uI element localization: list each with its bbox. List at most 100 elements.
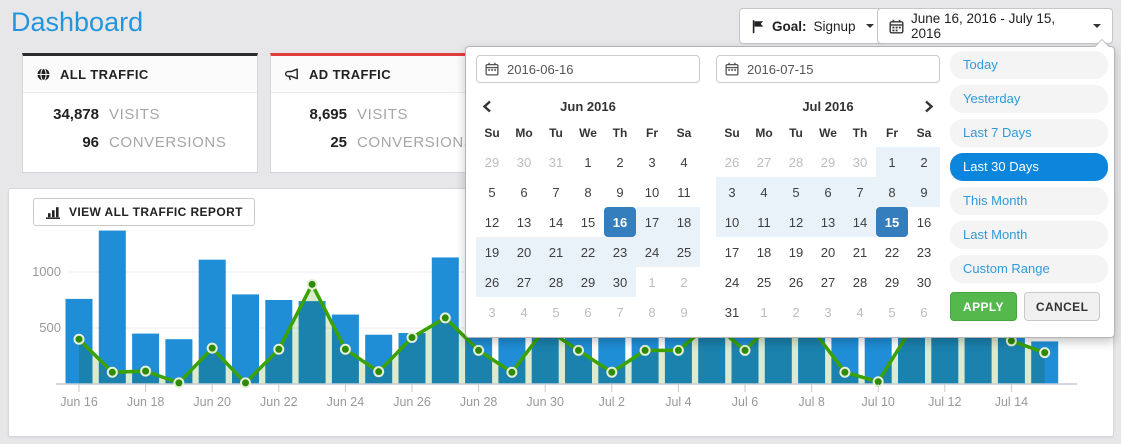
june-day-cell[interactable]: 6 [508,177,540,207]
range-option-last-7-days[interactable]: Last 7 Days [950,119,1108,147]
july-day-cell[interactable]: 13 [812,207,844,237]
caret-down-icon [1093,24,1101,28]
dot-jul-2[interactable] [607,368,616,377]
dot-jun-22[interactable] [274,345,283,354]
range-option-today[interactable]: Today [950,51,1108,79]
june-day-cell[interactable]: 15 [572,207,604,237]
july-day-cell[interactable]: 3 [716,177,748,207]
dot-jun-25[interactable] [374,367,383,376]
july-day-cell[interactable]: 15 [876,207,908,237]
dot-jun-16[interactable] [75,335,84,344]
dot-jun-23[interactable] [308,280,317,289]
july-day-cell[interactable]: 10 [716,207,748,237]
july-day-cell[interactable]: 18 [748,237,780,267]
june-day-cell[interactable]: 3 [636,147,668,177]
dot-jul-15[interactable] [1040,348,1049,357]
june-day-cell[interactable]: 8 [572,177,604,207]
dot-jul-1[interactable] [574,346,583,355]
june-day-cell[interactable]: 1 [572,147,604,177]
july-day-cell[interactable]: 22 [876,237,908,267]
july-day-cell[interactable]: 16 [908,207,940,237]
june-day-cell[interactable]: 16 [604,207,636,237]
july-day-cell[interactable]: 27 [812,267,844,297]
july-day-cell[interactable]: 2 [908,147,940,177]
dot-jul-4[interactable] [674,346,683,355]
dot-jul-6[interactable] [741,346,750,355]
june-day-cell[interactable]: 11 [668,177,700,207]
prev-month-button[interactable] [478,97,496,115]
july-day-cell[interactable]: 30 [908,267,940,297]
july-day-cell[interactable]: 24 [716,267,748,297]
date-range-button[interactable]: June 16, 2016 - July 15, 2016 [877,8,1113,44]
june-day-cell[interactable]: 29 [572,267,604,297]
dot-jun-29[interactable] [507,368,516,377]
july-day-cell[interactable]: 14 [844,207,876,237]
june-day-cell[interactable]: 22 [572,237,604,267]
june-day-cell[interactable]: 9 [604,177,636,207]
july-day-cell[interactable]: 7 [844,177,876,207]
july-day-cell[interactable]: 5 [780,177,812,207]
next-month-button[interactable] [920,97,938,115]
goal-dropdown-button[interactable]: Goal: Signup [739,8,886,44]
june-day-cell[interactable]: 14 [540,207,572,237]
all-traffic-card: ALL TRAFFIC 34,878 VISITS 96 CONVERSIONS [22,53,258,173]
june-day-cell[interactable]: 30 [604,267,636,297]
june-day-cell[interactable]: 10 [636,177,668,207]
june-day-cell[interactable]: 28 [540,267,572,297]
july-day-cell[interactable]: 9 [908,177,940,207]
july-day-cell[interactable]: 29 [876,267,908,297]
july-day-cell[interactable]: 12 [780,207,812,237]
july-day-cell[interactable]: 4 [748,177,780,207]
june-day-cell[interactable]: 7 [540,177,572,207]
july-day-cell[interactable]: 6 [812,177,844,207]
dot-jun-28[interactable] [474,346,483,355]
june-day-cell[interactable]: 21 [540,237,572,267]
start-date-input[interactable]: 2016-06-16 [476,55,700,83]
apply-button[interactable]: APPLY [950,292,1017,321]
june-day-cell[interactable]: 24 [636,237,668,267]
june-day-cell[interactable]: 12 [476,207,508,237]
july-day-cell[interactable]: 20 [812,237,844,267]
july-day-cell[interactable]: 25 [748,267,780,297]
dot-jun-17[interactable] [108,368,117,377]
cancel-button[interactable]: CANCEL [1024,292,1100,321]
dot-jul-3[interactable] [641,346,650,355]
june-day-cell[interactable]: 18 [668,207,700,237]
dot-jul-9[interactable] [840,368,849,377]
dot-jun-18[interactable] [141,367,150,376]
dot-jun-20[interactable] [208,344,217,353]
june-day-cell[interactable]: 19 [476,237,508,267]
range-option-this-month[interactable]: This Month [950,187,1108,215]
dot-jun-27[interactable] [441,313,450,322]
june-day-cell[interactable]: 27 [508,267,540,297]
july-day-cell[interactable]: 17 [716,237,748,267]
july-day-cell[interactable]: 28 [844,267,876,297]
range-option-last-month[interactable]: Last Month [950,221,1108,249]
end-date-input[interactable]: 2016-07-15 [716,55,940,83]
june-day-cell[interactable]: 5 [476,177,508,207]
july-day-cell[interactable]: 1 [876,147,908,177]
june-day-cell[interactable]: 25 [668,237,700,267]
range-option-yesterday[interactable]: Yesterday [950,85,1108,113]
july-day-cell[interactable]: 26 [780,267,812,297]
june-day-cell[interactable]: 4 [668,147,700,177]
june-day-cell[interactable]: 23 [604,237,636,267]
dot-jun-21[interactable] [241,378,250,387]
dot-jun-24[interactable] [341,345,350,354]
july-day-cell[interactable]: 8 [876,177,908,207]
july-day-cell[interactable]: 21 [844,237,876,267]
view-all-traffic-report-button[interactable]: VIEW ALL TRAFFIC REPORT [33,198,255,226]
dot-jun-26[interactable] [408,333,417,342]
july-day-cell[interactable]: 11 [748,207,780,237]
july-day-cell[interactable]: 19 [780,237,812,267]
june-day-cell[interactable]: 2 [604,147,636,177]
range-option-last-30-days[interactable]: Last 30 Days [950,153,1108,181]
dot-jun-19[interactable] [174,378,183,387]
june-day-cell[interactable]: 20 [508,237,540,267]
june-day-cell[interactable]: 13 [508,207,540,237]
june-day-cell[interactable]: 26 [476,267,508,297]
june-day-cell[interactable]: 17 [636,207,668,237]
range-option-custom-range[interactable]: Custom Range [950,255,1108,283]
july-day-cell[interactable]: 23 [908,237,940,267]
july-day-cell[interactable]: 31 [716,297,748,327]
